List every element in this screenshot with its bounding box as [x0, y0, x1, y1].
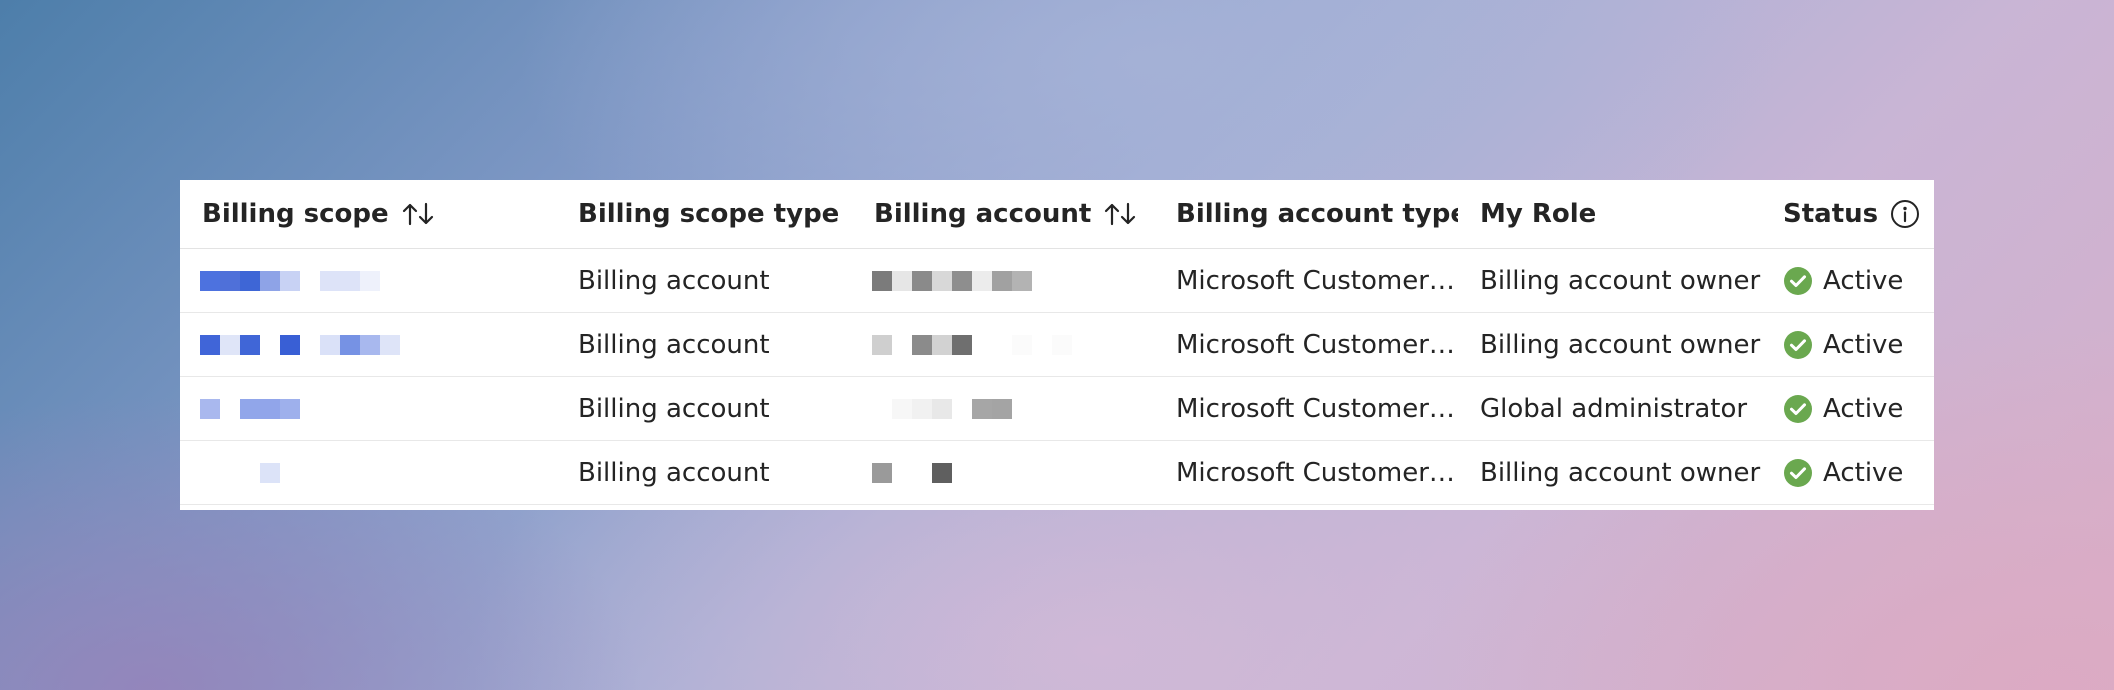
check-circle-icon — [1783, 394, 1813, 424]
status-cell: Active — [1761, 458, 1934, 488]
billing-scope-type-cell: Billing account — [578, 329, 770, 360]
redacted-billing-account — [872, 462, 952, 483]
status-badge: Active — [1783, 458, 1934, 488]
status-text: Active — [1823, 457, 1904, 488]
billing-account-cell — [852, 441, 1154, 504]
redacted-billing-account — [872, 334, 1072, 355]
check-circle-icon — [1783, 458, 1813, 488]
status-cell: Active — [1761, 394, 1934, 424]
table-header-row: Billing scope Billing scope type Billing… — [180, 180, 1934, 249]
billing-scope-cell[interactable] — [180, 377, 556, 440]
billing-scope-table-card: Billing scope Billing scope type Billing… — [180, 180, 1934, 510]
column-header-label: Billing scope type — [578, 199, 840, 229]
billing-account-type-cell: Microsoft Customer Ag... — [1176, 457, 1458, 488]
my-role-cell: Billing account owner — [1480, 457, 1761, 488]
status-text: Active — [1823, 329, 1904, 360]
billing-account-cell — [852, 313, 1154, 376]
status-badge: Active — [1783, 394, 1934, 424]
billing-scope-type-cell: Billing account — [578, 393, 770, 424]
table-row[interactable]: Billing account Microsoft Customer Ag...… — [180, 249, 1934, 313]
sort-arrows-icon[interactable] — [1103, 200, 1139, 228]
billing-scope-table: Billing scope Billing scope type Billing… — [180, 180, 1934, 510]
redacted-billing-account — [872, 398, 1012, 419]
redacted-billing-scope — [200, 334, 400, 355]
info-circle-icon[interactable] — [1890, 199, 1920, 229]
status-text: Active — [1823, 393, 1904, 424]
table-row[interactable]: Billing account Microsoft Customer Ag...… — [180, 313, 1934, 377]
column-header-label: Status — [1783, 199, 1879, 229]
status-text: Active — [1823, 265, 1904, 296]
column-header-label: Billing account type — [1176, 199, 1458, 229]
redacted-billing-scope — [200, 398, 300, 419]
redacted-billing-scope — [200, 270, 380, 291]
redacted-billing-account — [872, 270, 1032, 291]
status-cell: Active — [1761, 266, 1934, 296]
column-header-billing-account-type[interactable]: Billing account type — [1154, 199, 1458, 229]
status-badge: Active — [1783, 330, 1934, 360]
status-cell: Active — [1761, 330, 1934, 360]
billing-account-type-cell: Microsoft Customer Ag... — [1176, 393, 1458, 424]
billing-account-type-cell: Microsoft Customer Ag... — [1176, 265, 1458, 296]
column-header-billing-account[interactable]: Billing account — [852, 199, 1154, 229]
column-header-billing-scope[interactable]: Billing scope — [180, 199, 556, 229]
table-row[interactable]: Billing account Microsoft Customer Ag...… — [180, 441, 1934, 505]
column-header-label: My Role — [1480, 199, 1597, 229]
sort-arrows-icon[interactable] — [401, 200, 437, 228]
billing-account-cell — [852, 249, 1154, 312]
my-role-cell: Billing account owner — [1480, 329, 1761, 360]
my-role-cell: Billing account owner — [1480, 265, 1761, 296]
status-badge: Active — [1783, 266, 1934, 296]
billing-scope-type-cell: Billing account — [578, 457, 770, 488]
redacted-billing-scope — [240, 462, 280, 483]
column-header-billing-scope-type[interactable]: Billing scope type — [556, 199, 852, 229]
billing-account-type-cell: Microsoft Customer Ag... — [1176, 329, 1458, 360]
billing-scope-cell[interactable] — [180, 249, 556, 312]
column-header-label: Billing scope — [202, 199, 389, 229]
check-circle-icon — [1783, 330, 1813, 360]
table-row[interactable]: Billing account Microsoft Customer Ag...… — [180, 377, 1934, 441]
column-header-status: Status — [1761, 199, 1934, 229]
billing-scope-type-cell: Billing account — [578, 265, 770, 296]
billing-scope-cell[interactable] — [180, 313, 556, 376]
my-role-cell: Global administrator — [1480, 393, 1748, 424]
billing-scope-cell[interactable] — [180, 441, 556, 504]
column-header-label: Billing account — [874, 199, 1092, 229]
check-circle-icon — [1783, 266, 1813, 296]
column-header-my-role: My Role — [1458, 199, 1761, 229]
billing-account-cell — [852, 377, 1154, 440]
